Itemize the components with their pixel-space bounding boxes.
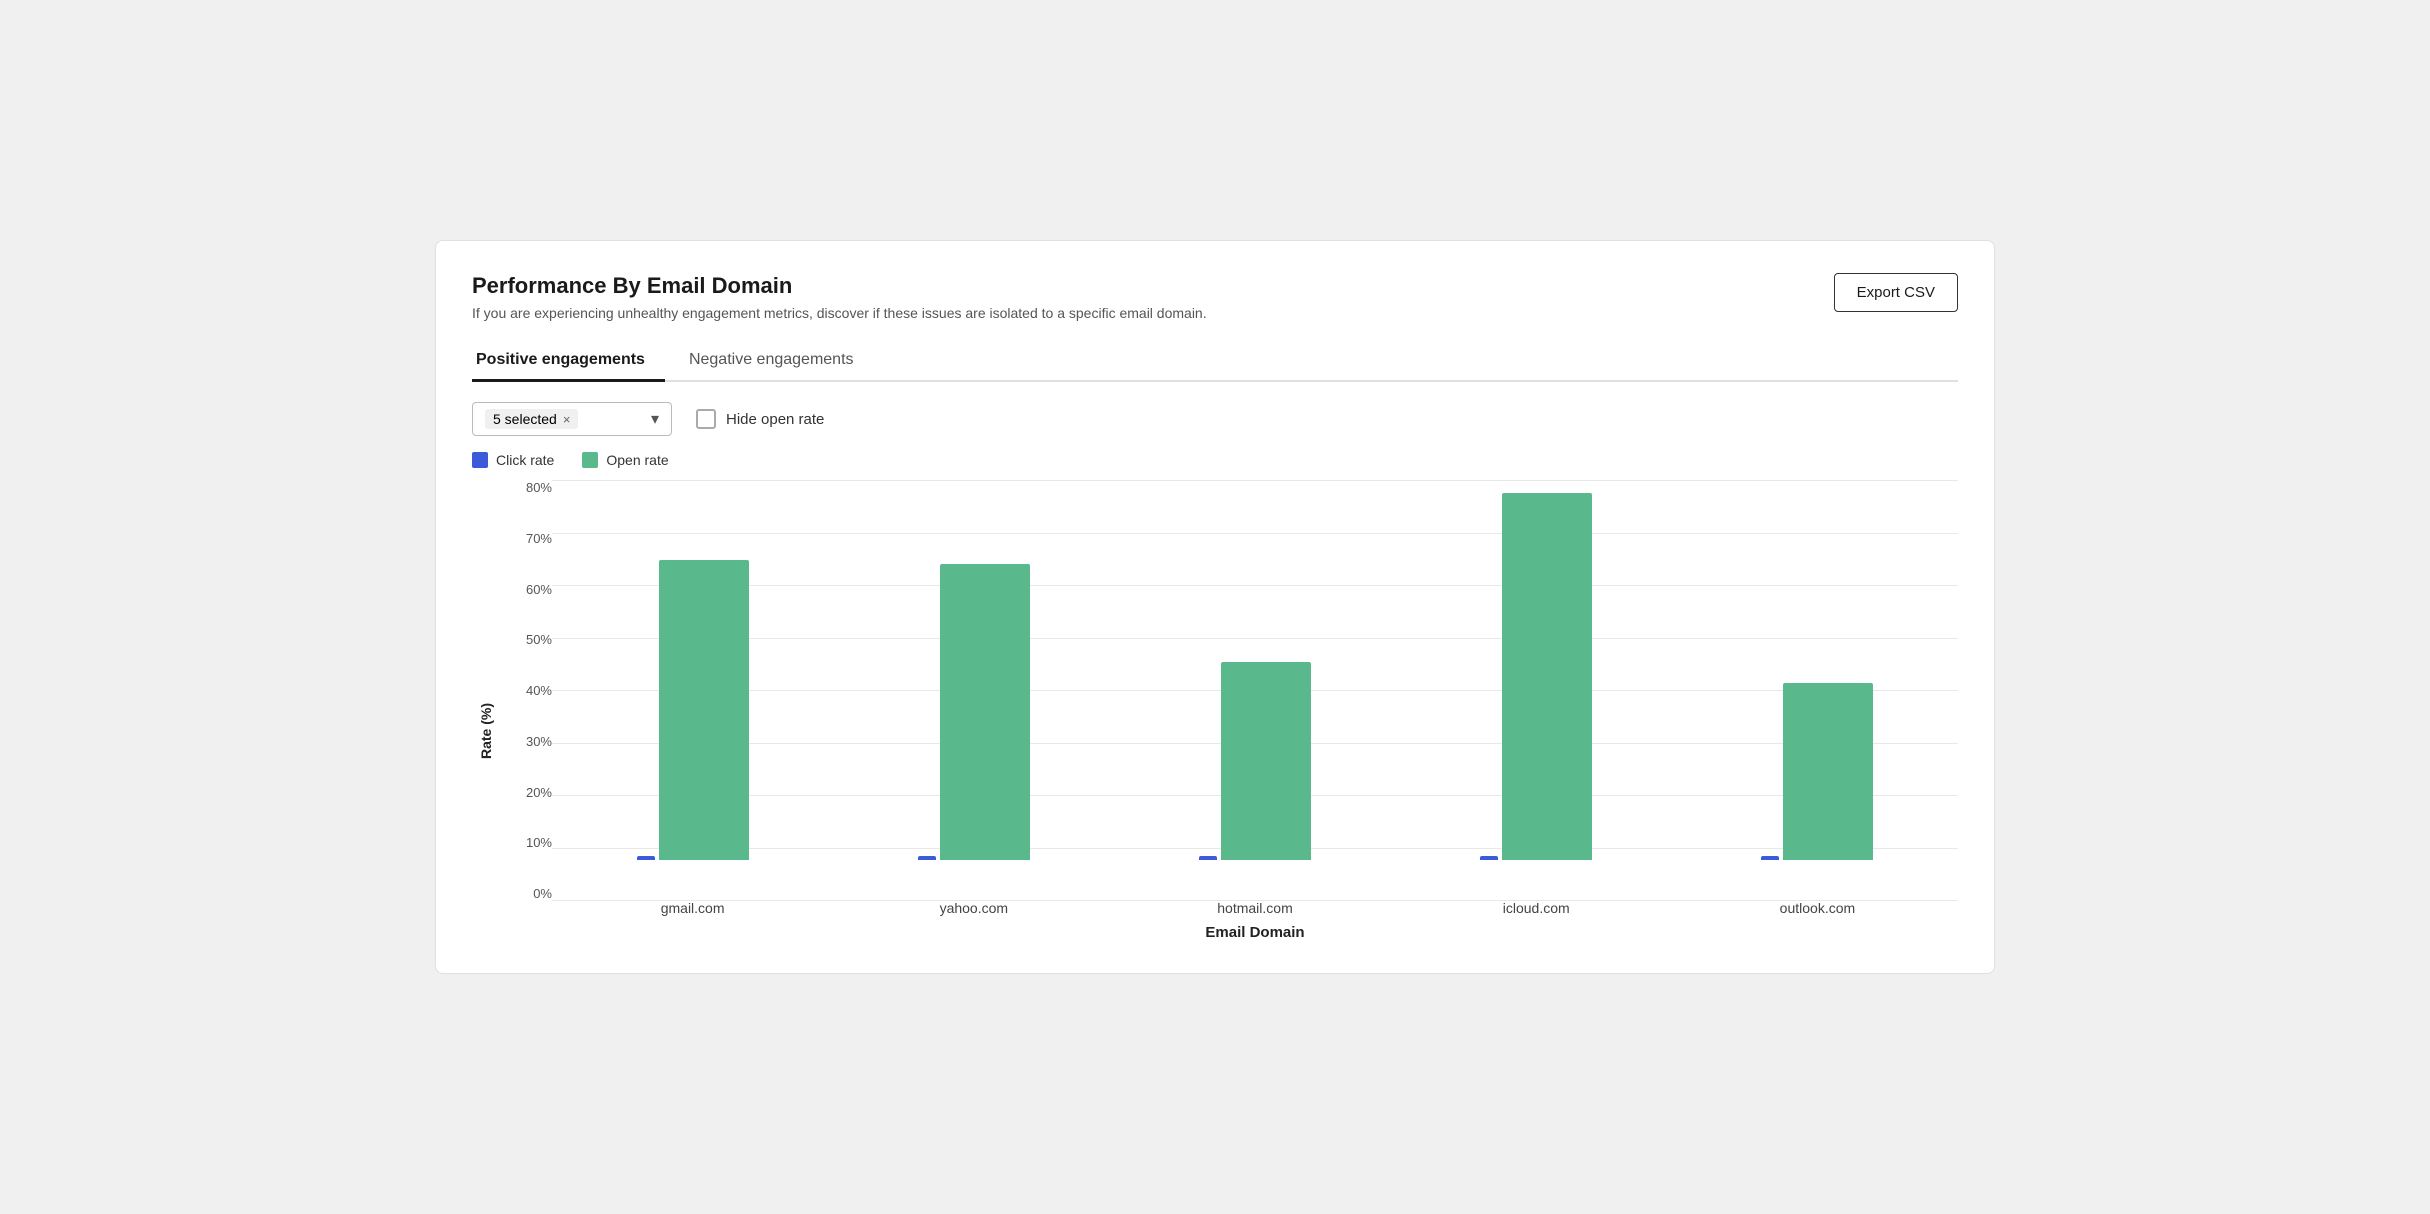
legend-click-label: Click rate (496, 452, 554, 468)
page-title: Performance By Email Domain (472, 273, 1207, 299)
chart-container: Rate (%) 80% 70% 60% 50% 40% 30% 20% 10% 0% gmai… (472, 480, 1958, 941)
click-rate-bar (1199, 856, 1217, 860)
open-rate-bar (1502, 493, 1592, 860)
y-tick: 80% (526, 480, 552, 495)
performance-card: Performance By Email Domain If you are e… (435, 240, 1995, 974)
legend-open-rate: Open rate (582, 452, 668, 468)
click-rate-bar (637, 856, 655, 860)
x-axis-title: Email Domain (552, 924, 1958, 941)
open-rate-color (582, 452, 598, 468)
y-tick: 60% (526, 582, 552, 597)
tab-negative-engagements[interactable]: Negative engagements (685, 341, 874, 382)
click-rate-bar (1480, 856, 1498, 860)
legend-click-rate: Click rate (472, 452, 554, 468)
y-tick: 20% (526, 785, 552, 800)
open-rate-bar (659, 560, 749, 860)
open-rate-bar (1221, 662, 1311, 860)
open-rate-bar (940, 564, 1030, 860)
click-rate-bar (918, 856, 936, 860)
x-label: hotmail.com (1114, 900, 1395, 916)
page-subtitle: If you are experiencing unhealthy engage… (472, 305, 1207, 321)
y-tick: 70% (526, 531, 552, 546)
y-tick: 10% (526, 835, 552, 850)
y-tick: 0% (533, 886, 552, 901)
export-csv-button[interactable]: Export CSV (1834, 273, 1958, 312)
tab-positive-engagements[interactable]: Positive engagements (472, 341, 665, 382)
controls-row: 5 selected × ▾ Hide open rate (472, 402, 1958, 436)
chart-body: gmail.comyahoo.comhotmail.comicloud.como… (552, 480, 1958, 941)
bar-group (1761, 683, 1873, 860)
header-row: Performance By Email Domain If you are e… (472, 273, 1958, 321)
domain-tag-clear[interactable]: × (563, 412, 571, 427)
x-label: yahoo.com (833, 900, 1114, 916)
bar-group (637, 560, 749, 860)
y-tick: 40% (526, 683, 552, 698)
hide-open-rate-label: Hide open rate (726, 411, 824, 428)
x-label: icloud.com (1396, 900, 1677, 916)
chart-legend: Click rate Open rate (472, 452, 1958, 468)
click-rate-color (472, 452, 488, 468)
open-rate-bar (1783, 683, 1873, 860)
domain-tag-label: 5 selected (493, 411, 557, 427)
y-tick: 50% (526, 632, 552, 647)
x-labels: gmail.comyahoo.comhotmail.comicloud.como… (552, 900, 1958, 916)
y-ticks-column: 80% 70% 60% 50% 40% 30% 20% 10% 0% (504, 480, 552, 941)
y-axis-label: Rate (%) (472, 480, 500, 941)
y-tick: 30% (526, 734, 552, 749)
tabs-row: Positive engagements Negative engagement… (472, 341, 1958, 382)
hide-open-rate-checkbox[interactable] (696, 409, 716, 429)
hide-open-rate-control[interactable]: Hide open rate (696, 409, 824, 429)
bar-group (1199, 662, 1311, 860)
click-rate-bar (1761, 856, 1779, 860)
x-label: outlook.com (1677, 900, 1958, 916)
bars-row (552, 480, 1958, 900)
x-label: gmail.com (552, 900, 833, 916)
domain-selector[interactable]: 5 selected × ▾ (472, 402, 672, 436)
bar-group (1480, 493, 1592, 860)
chevron-down-icon: ▾ (651, 409, 659, 429)
legend-open-label: Open rate (606, 452, 668, 468)
title-block: Performance By Email Domain If you are e… (472, 273, 1207, 321)
domain-tag: 5 selected × (485, 409, 578, 429)
bar-group (918, 564, 1030, 860)
